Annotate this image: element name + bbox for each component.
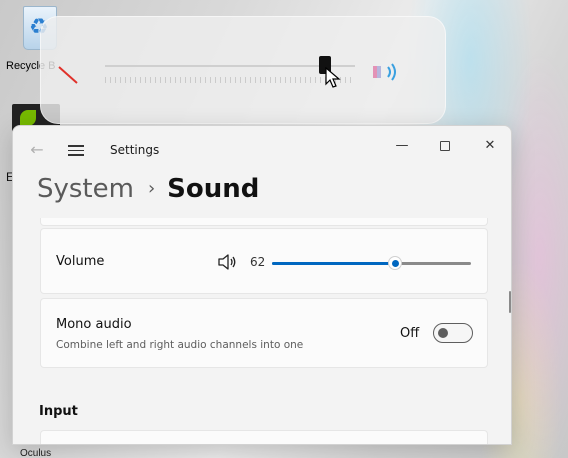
- volume-label: Volume: [56, 254, 105, 269]
- mono-audio-description: Combine left and right audio channels in…: [56, 339, 304, 351]
- flyout-volume-track[interactable]: [105, 65, 355, 67]
- maximize-button[interactable]: [431, 136, 459, 156]
- volume-card: Volume 62: [40, 228, 488, 294]
- hamburger-menu-icon[interactable]: [68, 142, 84, 156]
- mono-audio-card: Mono audio Combine left and right audio …: [40, 298, 488, 368]
- mouse-cursor-icon: [325, 67, 341, 88]
- maximize-icon: [440, 140, 450, 151]
- breadcrumb-system[interactable]: System: [37, 174, 134, 204]
- muted-speaker-icon[interactable]: [55, 63, 79, 87]
- settings-window: ← Settings — ✕ System › Sound Volume 62 Mo…: [12, 125, 512, 445]
- speaker-icon[interactable]: [371, 61, 407, 83]
- toggle-knob: [438, 328, 448, 338]
- mono-audio-state: Off: [400, 326, 420, 341]
- close-button[interactable]: ✕: [476, 136, 504, 156]
- title-bar: ← Settings — ✕: [13, 126, 511, 174]
- page-title: Sound: [167, 174, 260, 204]
- volume-slider-fill: [272, 262, 396, 265]
- speaker-icon[interactable]: [217, 253, 237, 271]
- volume-value: 62: [250, 255, 266, 269]
- volume-slider-track[interactable]: [272, 262, 471, 265]
- oculus-desktop-label[interactable]: Oculus: [20, 448, 51, 458]
- settings-card-above: [40, 218, 488, 226]
- minimize-button[interactable]: —: [388, 136, 416, 156]
- back-button[interactable]: ←: [27, 140, 47, 160]
- window-title: Settings: [110, 143, 160, 157]
- flyout-volume-ticks: [105, 77, 355, 83]
- input-section-heading: Input: [39, 404, 78, 419]
- scrollbar[interactable]: [509, 291, 511, 313]
- breadcrumb-chevron-icon: ›: [147, 178, 156, 199]
- volume-flyout: [40, 16, 446, 124]
- input-device-card[interactable]: [40, 430, 488, 444]
- mono-audio-title: Mono audio: [56, 317, 132, 332]
- volume-slider-thumb[interactable]: [388, 256, 403, 270]
- breadcrumb: System › Sound: [37, 174, 259, 214]
- mono-audio-toggle[interactable]: [433, 323, 473, 343]
